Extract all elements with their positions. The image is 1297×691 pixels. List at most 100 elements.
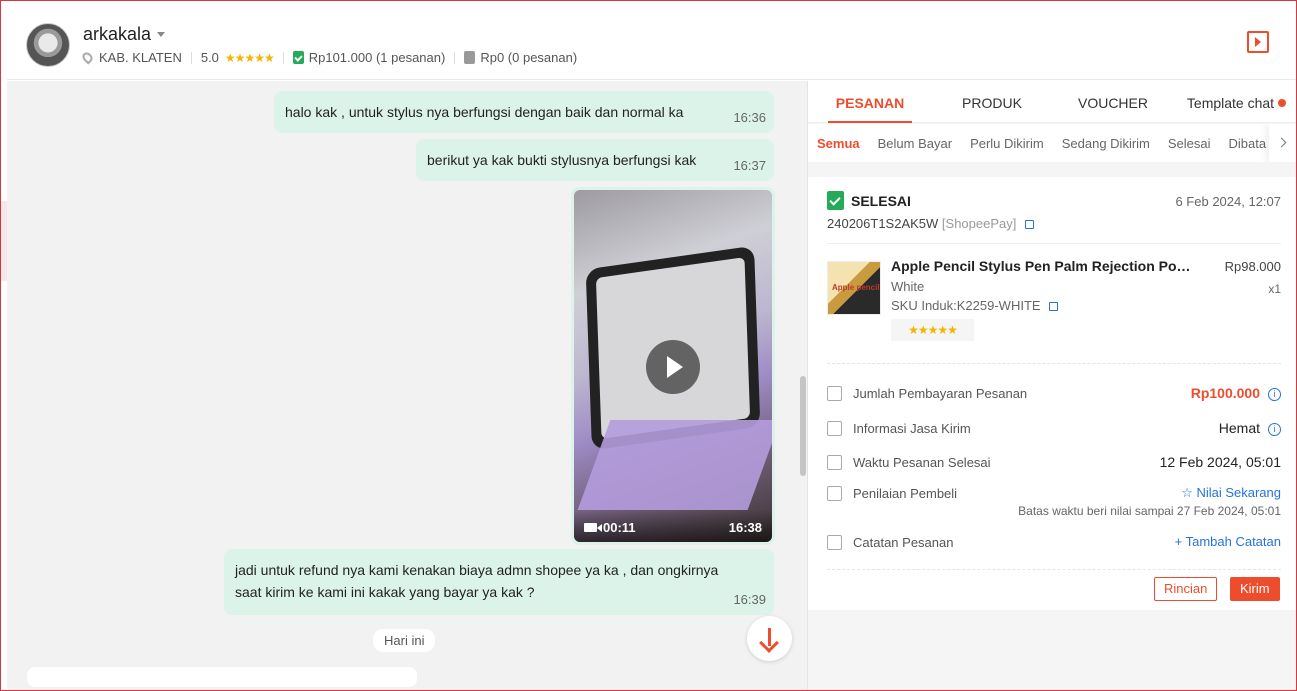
notification-dot xyxy=(1278,99,1287,107)
tablet-stand-image xyxy=(577,420,772,510)
product-image[interactable]: Apple pencil xyxy=(827,261,881,315)
send-order-button[interactable]: Kirim xyxy=(1230,577,1280,601)
divider xyxy=(827,243,1281,244)
filter-belum-bayar[interactable]: Belum Bayar xyxy=(878,136,952,151)
complete-time-value: 12 Feb 2024, 05:01 xyxy=(1159,454,1281,470)
review-star-icon xyxy=(827,486,842,501)
payment-method: [ShopeePay] xyxy=(941,216,1017,231)
calendar-icon xyxy=(827,455,842,470)
message-time: 16:37 xyxy=(733,158,766,173)
panel-tabs: PESANAN PRODUK VOUCHER Template chat xyxy=(808,81,1296,123)
product-quantity: x1 xyxy=(1268,282,1281,296)
check-clipboard-icon xyxy=(827,191,844,210)
order-id-row: 240206T1S2AK5W [ShopeePay] xyxy=(827,216,1034,231)
buyer-rating: 5.0 xyxy=(200,50,219,65)
tab-label: PESANAN xyxy=(835,95,905,111)
filter-selesai[interactable]: Selesai xyxy=(1168,136,1211,151)
tab-label: PRODUK xyxy=(962,95,1022,111)
chevron-down-icon[interactable] xyxy=(157,32,165,37)
message-text: halo kak , untuk stylus nya berfungsi de… xyxy=(285,104,684,120)
divider xyxy=(827,569,1281,570)
message-bubble[interactable]: halo kak , untuk stylus nya berfungsi de… xyxy=(274,91,774,133)
order-id: 240206T1S2AK5W xyxy=(827,216,939,231)
chat-area[interactable]: halo kak , untuk stylus nya berfungsi de… xyxy=(7,81,807,690)
rate-now-link[interactable]: ☆ Nilai Sekarang xyxy=(1181,485,1281,501)
video-thumbnail[interactable]: 00:11 16:38 xyxy=(574,190,772,542)
buyer-username[interactable]: arkakala xyxy=(83,24,151,45)
add-note-link[interactable]: + Tambah Catatan xyxy=(1175,534,1281,549)
tab-label: Template chat xyxy=(1186,95,1275,111)
divider xyxy=(282,51,284,64)
tab-template-chat[interactable]: Template chat xyxy=(1174,81,1296,122)
buyer-location: KAB. KLATEN xyxy=(99,50,182,65)
chevron-right-icon[interactable] xyxy=(1269,124,1296,162)
message-text: berikut ya kak bukti stylusnya berfungsi… xyxy=(427,152,697,168)
info-icon[interactable]: i xyxy=(1268,388,1281,401)
review-label: Penilaian Pembeli xyxy=(853,486,958,501)
tab-produk[interactable]: PRODUK xyxy=(932,81,1052,122)
product-rating: ★★★★★ xyxy=(891,319,974,341)
product-price: Rp98.000 xyxy=(1224,259,1281,274)
review-deadline: Batas waktu beri nilai sampai 27 Feb 202… xyxy=(1018,504,1281,518)
tab-voucher[interactable]: VOUCHER xyxy=(1052,81,1174,122)
filter-sedang-dikirim[interactable]: Sedang Dikirim xyxy=(1062,136,1150,151)
payment-value: Rp100.000 xyxy=(1190,385,1260,401)
shipping-label: Informasi Jasa Kirim xyxy=(853,421,971,436)
video-message[interactable]: 00:11 16:38 xyxy=(571,187,775,545)
chat-scrollbar[interactable] xyxy=(800,376,806,476)
order-status-text: SELESAI xyxy=(851,192,911,209)
completed-orders-icon xyxy=(292,51,304,64)
message-bubble[interactable]: berikut ya kak bukti stylusnya berfungsi… xyxy=(416,139,774,181)
product-sku: SKU Induk:K2259-WHITE xyxy=(891,298,1041,313)
message-time: 16:39 xyxy=(733,592,766,607)
order-detail-button[interactable]: Rincian xyxy=(1154,577,1218,601)
rating-stars: ★★★★★ xyxy=(224,50,275,65)
divider xyxy=(454,51,456,64)
product-name[interactable]: Apple Pencil Stylus Pen Palm Rejection P… xyxy=(891,258,1201,274)
product-image-text: Apple pencil xyxy=(832,283,880,292)
collapse-panel-icon[interactable] xyxy=(1247,31,1269,53)
video-duration-text: 00:11 xyxy=(603,520,636,535)
order-status: SELESAI xyxy=(827,191,911,210)
tab-label: VOUCHER xyxy=(1077,95,1148,111)
completed-orders: Rp101.000 (1 pesanan) xyxy=(308,50,446,65)
product-sku-row: SKU Induk:K2259-WHITE xyxy=(891,298,1059,313)
external-link-icon[interactable] xyxy=(1049,302,1059,311)
day-separator: Hari ini xyxy=(373,629,436,652)
avatar[interactable] xyxy=(26,23,70,67)
complete-time-label: Waktu Pesanan Selesai xyxy=(853,455,991,470)
filter-perlu-dikirim[interactable]: Perlu Dikirim xyxy=(970,136,1044,151)
message-bubble[interactable] xyxy=(27,667,417,687)
order-card: SELESAI 6 Feb 2024, 12:07 240206T1S2AK5W… xyxy=(808,177,1296,610)
cancelled-orders-icon xyxy=(464,51,476,64)
filter-semua[interactable]: Semua xyxy=(817,136,860,151)
video-camera-icon xyxy=(584,523,602,532)
message-bubble[interactable]: jadi untuk refund nya kami kenakan biaya… xyxy=(224,549,774,615)
video-duration: 00:11 xyxy=(584,520,636,535)
tab-pesanan[interactable]: PESANAN xyxy=(808,81,932,123)
filter-dibatalkan[interactable]: Dibata xyxy=(1229,136,1267,151)
divider xyxy=(827,363,1281,364)
app-frame: arkakala KAB. KLATEN 5.0 ★★★★★ Rp101.000… xyxy=(0,0,1297,691)
payment-value-row: Rp100.000 i xyxy=(1191,385,1281,401)
payment-icon xyxy=(827,386,842,401)
message-text: jadi untuk refund nya kami kenakan biaya… xyxy=(235,562,719,600)
scroll-to-bottom-button[interactable] xyxy=(747,616,792,661)
cancelled-orders: Rp0 (0 pesanan) xyxy=(480,50,578,65)
play-icon[interactable] xyxy=(646,340,700,394)
product-variant: White xyxy=(891,279,925,294)
chat-header: arkakala KAB. KLATEN 5.0 ★★★★★ Rp101.000… xyxy=(7,11,1296,80)
shipping-value-row: Hemat i xyxy=(1219,420,1281,436)
message-time: 16:36 xyxy=(733,110,766,125)
order-date: 6 Feb 2024, 12:07 xyxy=(1175,194,1281,209)
note-label: Catatan Pesanan xyxy=(853,535,954,550)
external-link-icon[interactable] xyxy=(1025,220,1034,229)
note-icon xyxy=(827,535,842,550)
order-panel: PESANAN PRODUK VOUCHER Template chat Sem… xyxy=(807,81,1296,690)
payment-label: Jumlah Pembayaran Pesanan xyxy=(853,386,1028,401)
shipping-value: Hemat xyxy=(1218,420,1260,436)
truck-icon xyxy=(827,421,842,436)
buyer-meta: KAB. KLATEN 5.0 ★★★★★ Rp101.000 (1 pesan… xyxy=(80,50,578,65)
divider xyxy=(190,51,192,64)
info-icon[interactable]: i xyxy=(1268,423,1281,436)
